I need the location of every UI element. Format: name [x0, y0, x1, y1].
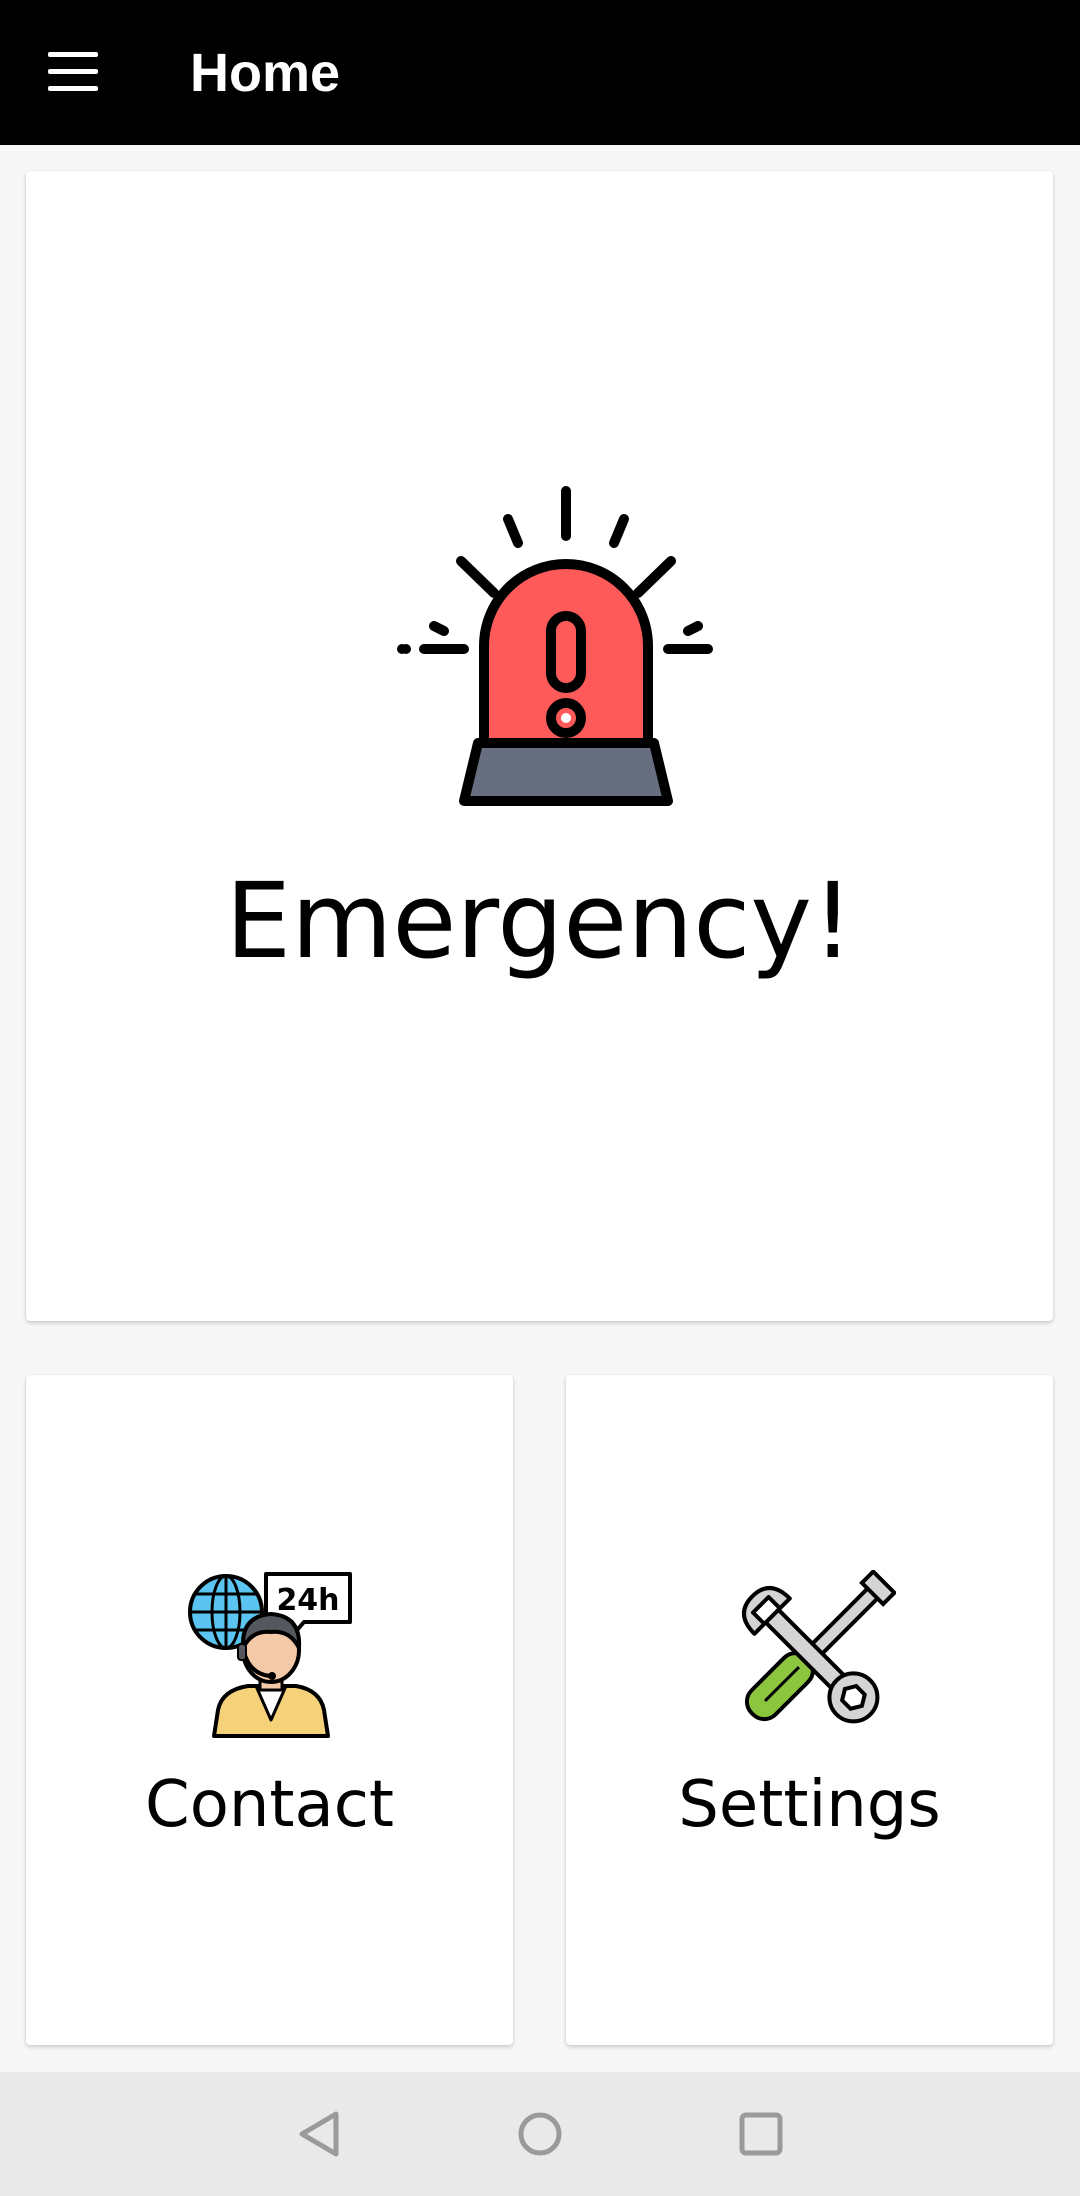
emergency-label: Emergency!	[225, 860, 854, 982]
settings-label: Settings	[678, 1768, 941, 1842]
contact-label: Contact	[145, 1768, 394, 1842]
back-triangle-icon[interactable]	[280, 2094, 360, 2174]
settings-card[interactable]: Settings	[566, 1375, 1053, 2045]
hamburger-menu-icon[interactable]	[48, 52, 98, 92]
top-app-bar: Home	[0, 0, 1080, 145]
wrench-screwdriver-icon	[726, 1568, 898, 1740]
page-title: Home	[190, 43, 341, 103]
contact-card[interactable]: 24h Contact	[26, 1375, 513, 2045]
badge-24h-text: 24h	[276, 1583, 339, 1618]
emergency-card[interactable]: Emergency!	[26, 171, 1053, 1321]
app-root: Home Emergency! 24h Contact Settings	[0, 0, 1080, 2196]
system-navigation-bar	[0, 2072, 1080, 2196]
recents-square-icon[interactable]	[721, 2094, 801, 2174]
support-agent-24h-icon: 24h	[186, 1570, 356, 1740]
home-circle-icon[interactable]	[500, 2094, 580, 2174]
siren-alarm-icon	[366, 481, 735, 831]
